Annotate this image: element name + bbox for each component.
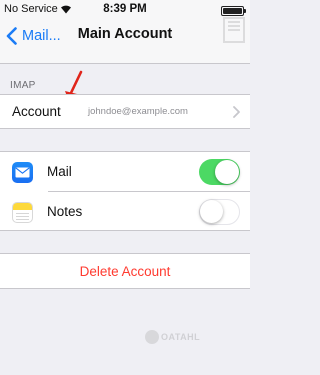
account-row[interactable]: Account johndoe@example.com (0, 94, 250, 129)
chevron-right-icon (233, 106, 240, 118)
watermark-logo: OATAHL (145, 330, 245, 350)
mail-icon (12, 162, 33, 183)
corner-watermark-icon (223, 17, 245, 43)
delete-account-label: Delete Account (79, 264, 171, 279)
notes-icon (12, 202, 33, 223)
watermark-logo-icon (145, 330, 159, 344)
list-item-notes: Notes (0, 192, 250, 232)
account-label: Account (12, 104, 61, 119)
apps-list: Mail Notes (0, 151, 250, 231)
delete-account-button[interactable]: Delete Account (0, 253, 250, 289)
status-time: 8:39 PM (103, 3, 147, 15)
imap-section-header: IMAP (10, 80, 36, 91)
notes-toggle[interactable] (199, 199, 240, 225)
account-email-value: johndoe@example.com (88, 106, 188, 117)
navigation-bar: Mail... Main Account (0, 20, 250, 64)
mail-toggle[interactable] (199, 159, 240, 185)
watermark-text: OATAHL (161, 332, 201, 342)
notes-label: Notes (47, 204, 83, 219)
mail-label: Mail (47, 164, 72, 179)
page-title: Main Account (77, 26, 173, 42)
list-item-mail: Mail (0, 152, 250, 192)
status-bar: No Service 8:39 PM (0, 0, 250, 20)
